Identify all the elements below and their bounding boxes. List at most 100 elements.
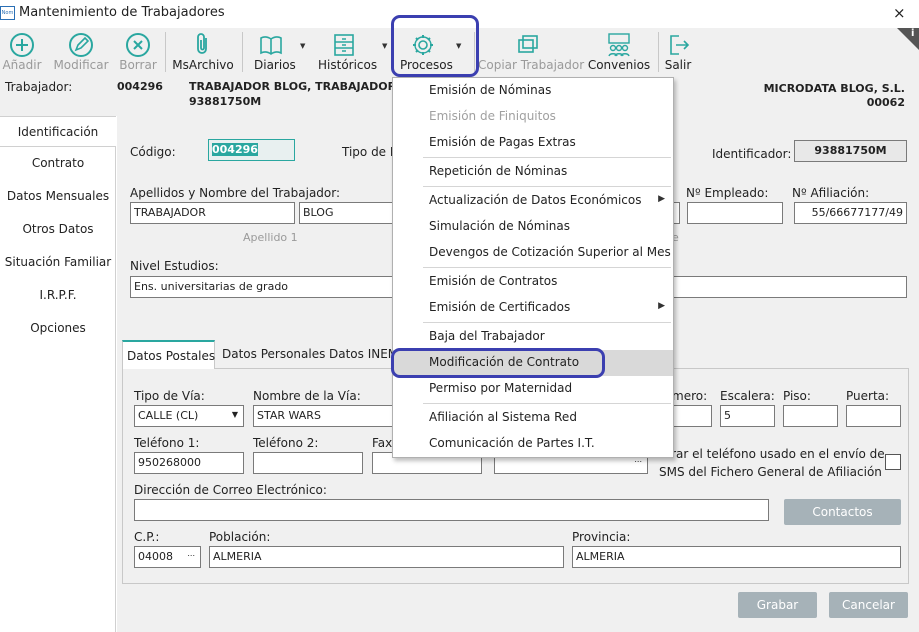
sidebar-item-identificacion[interactable]: Identificación (0, 116, 116, 147)
borrar-telefono-label-2: SMS del Fichero General de Afiliación (659, 465, 882, 479)
menu-item-emision-certificados[interactable]: Emisión de Certificados ▶ (393, 295, 673, 321)
telefono1-field[interactable]: 950268000 (134, 452, 244, 474)
puerta-label: Puerta: (846, 389, 890, 403)
menu-item-baja-trabajador[interactable]: Baja del Trabajador (393, 324, 673, 350)
menu-item-repeticion-nominas[interactable]: Repetición de Nóminas (393, 159, 673, 185)
menu-separator (423, 267, 671, 268)
piso-field[interactable] (783, 405, 838, 427)
n-afiliacion-field[interactable]: 55/66677177/49 (794, 202, 907, 224)
menu-item-permiso-maternidad[interactable]: Permiso por Maternidad (393, 376, 673, 402)
cabinet-icon (334, 34, 354, 56)
numero-field[interactable] (672, 405, 712, 427)
menu-separator (423, 322, 671, 323)
email-label: Dirección de Correo Electrónico: (134, 483, 327, 497)
worker-label: Trabajador: (5, 80, 73, 94)
toolbar-separator (242, 32, 243, 72)
nombre-via-field[interactable]: STAR WARS (253, 405, 403, 427)
menu-item-emision-finiquitos[interactable]: Emisión de Finiquitos (393, 104, 673, 130)
fax-label: Fax (372, 436, 393, 450)
apellido1-field[interactable]: TRABAJADOR (130, 202, 295, 224)
plus-circle-icon (10, 33, 34, 57)
grabar-button[interactable]: Grabar (738, 592, 817, 618)
caret-down-icon: ▼ (300, 42, 306, 50)
ellipsis-icon: ... (187, 549, 195, 558)
diarios-button[interactable]: ▼ Diarios (248, 28, 308, 76)
sidebar-item-situacion-familiar[interactable]: Situación Familiar (0, 255, 116, 269)
escalera-field[interactable]: 5 (720, 405, 775, 427)
add-label: Añadir (2, 58, 42, 72)
salir-label: Salir (664, 58, 692, 72)
menu-item-afiliacion-red[interactable]: Afiliación al Sistema Red (393, 405, 673, 431)
menu-item-emision-pagas-extras[interactable]: Emisión de Pagas Extras (393, 130, 673, 156)
book-icon (260, 36, 282, 55)
procesos-highlight (391, 15, 479, 77)
salir-button[interactable]: Salir (662, 28, 694, 76)
menu-item-devengos[interactable]: Devengos de Cotización Superior al Mes (393, 240, 673, 266)
caret-down-icon: ▼ (382, 42, 388, 50)
company-name: MICRODATA BLOG, S.L. (763, 82, 905, 95)
sidebar-item-contrato[interactable]: Contrato (0, 156, 116, 170)
worker-nif: 93881750M (189, 95, 262, 108)
delete-label: Borrar (119, 58, 157, 72)
menu-item-simulacion-nominas[interactable]: Simulación de Nóminas (393, 214, 673, 240)
cp-field[interactable]: 04008... (134, 546, 201, 568)
menu-item-label: Emisión de Certificados (429, 300, 571, 314)
menu-item-emision-nominas[interactable]: Emisión de Nóminas (393, 78, 673, 104)
menu-item-emision-contratos[interactable]: Emisión de Contratos (393, 269, 673, 295)
msarchivo-button[interactable]: MsArchivo (170, 28, 236, 76)
cp-label: C.P.: (134, 530, 160, 544)
poblacion-field[interactable]: ALMERIA (209, 546, 564, 568)
tipo-via-label: Tipo de Vía: (134, 389, 205, 403)
piso-label: Piso: (783, 389, 811, 403)
codigo-field[interactable]: 004296 (208, 139, 295, 161)
historicos-label: Históricos (318, 58, 378, 72)
paperclip-icon (197, 33, 207, 54)
tab-datos-postales[interactable]: Datos Postales (122, 340, 215, 369)
submenu-arrow-icon: ▶ (658, 194, 665, 204)
info-icon: i (911, 28, 915, 39)
modify-label: Modificar (53, 58, 109, 72)
worker-code: 004296 (117, 80, 163, 93)
submenu-arrow-icon: ▶ (658, 301, 665, 311)
tipo-via-select[interactable]: CALLE (CL) ▼ (134, 405, 244, 427)
n-afiliacion-label: Nº Afiliación: (792, 186, 870, 200)
n-empleado-field[interactable] (687, 202, 783, 224)
telefono2-field[interactable] (253, 452, 363, 474)
provincia-field[interactable]: ALMERIA (572, 546, 901, 568)
sidebar-item-opciones[interactable]: Opciones (0, 321, 116, 335)
cancelar-button[interactable]: Cancelar (829, 592, 908, 618)
sidebar-item-otros-datos[interactable]: Otros Datos (0, 222, 116, 236)
codigo-label: Código: (130, 145, 176, 159)
people-icon (608, 33, 630, 57)
pencil-circle-icon (69, 33, 93, 57)
copiar-trabajador-button[interactable]: Copiar Trabajador (478, 28, 584, 76)
exit-icon (670, 35, 690, 55)
sidebar-item-irpf[interactable]: I.R.P.F. (0, 288, 116, 302)
add-button[interactable]: Añadir (0, 28, 44, 76)
apellido2-field[interactable]: BLOG (299, 202, 399, 224)
numero-label: mero: (672, 389, 708, 403)
email-field[interactable] (134, 499, 769, 521)
tab-datos-personales[interactable]: Datos Personales (218, 340, 329, 369)
nivel-estudios-label: Nivel Estudios: (130, 259, 219, 273)
identificador-label: Identificador: (712, 147, 792, 161)
procesos-menu: Emisión de Nóminas Emisión de Finiquitos… (392, 77, 674, 458)
close-button[interactable]: × (893, 4, 906, 22)
menu-item-actualizacion-datos[interactable]: Actualización de Datos Económicos ▶ (393, 188, 673, 214)
provincia-label: Provincia: (572, 530, 631, 544)
delete-button[interactable]: Borrar (116, 28, 160, 76)
menu-item-comunicacion-partes[interactable]: Comunicación de Partes I.T. (393, 431, 673, 457)
modify-button[interactable]: Modificar (52, 28, 110, 76)
company-code: 00062 (866, 96, 905, 109)
borrar-telefono-checkbox[interactable] (885, 454, 901, 470)
sidebar-item-datos-mensuales[interactable]: Datos Mensuales (0, 189, 116, 203)
historicos-button[interactable]: ▼ Históricos (312, 28, 390, 76)
puerta-field[interactable] (846, 405, 901, 427)
poblacion-label: Población: (209, 530, 271, 544)
apellidos-label: Apellidos y Nombre del Trabajador: (130, 186, 341, 200)
identificador-field[interactable]: 93881750M (794, 140, 907, 162)
tipo-via-value: CALLE (CL) (138, 409, 199, 422)
sidebar: Identificación Contrato Datos Mensuales … (0, 116, 116, 632)
contactos-button[interactable]: Contactos (784, 499, 901, 525)
convenios-button[interactable]: Convenios (584, 28, 654, 76)
